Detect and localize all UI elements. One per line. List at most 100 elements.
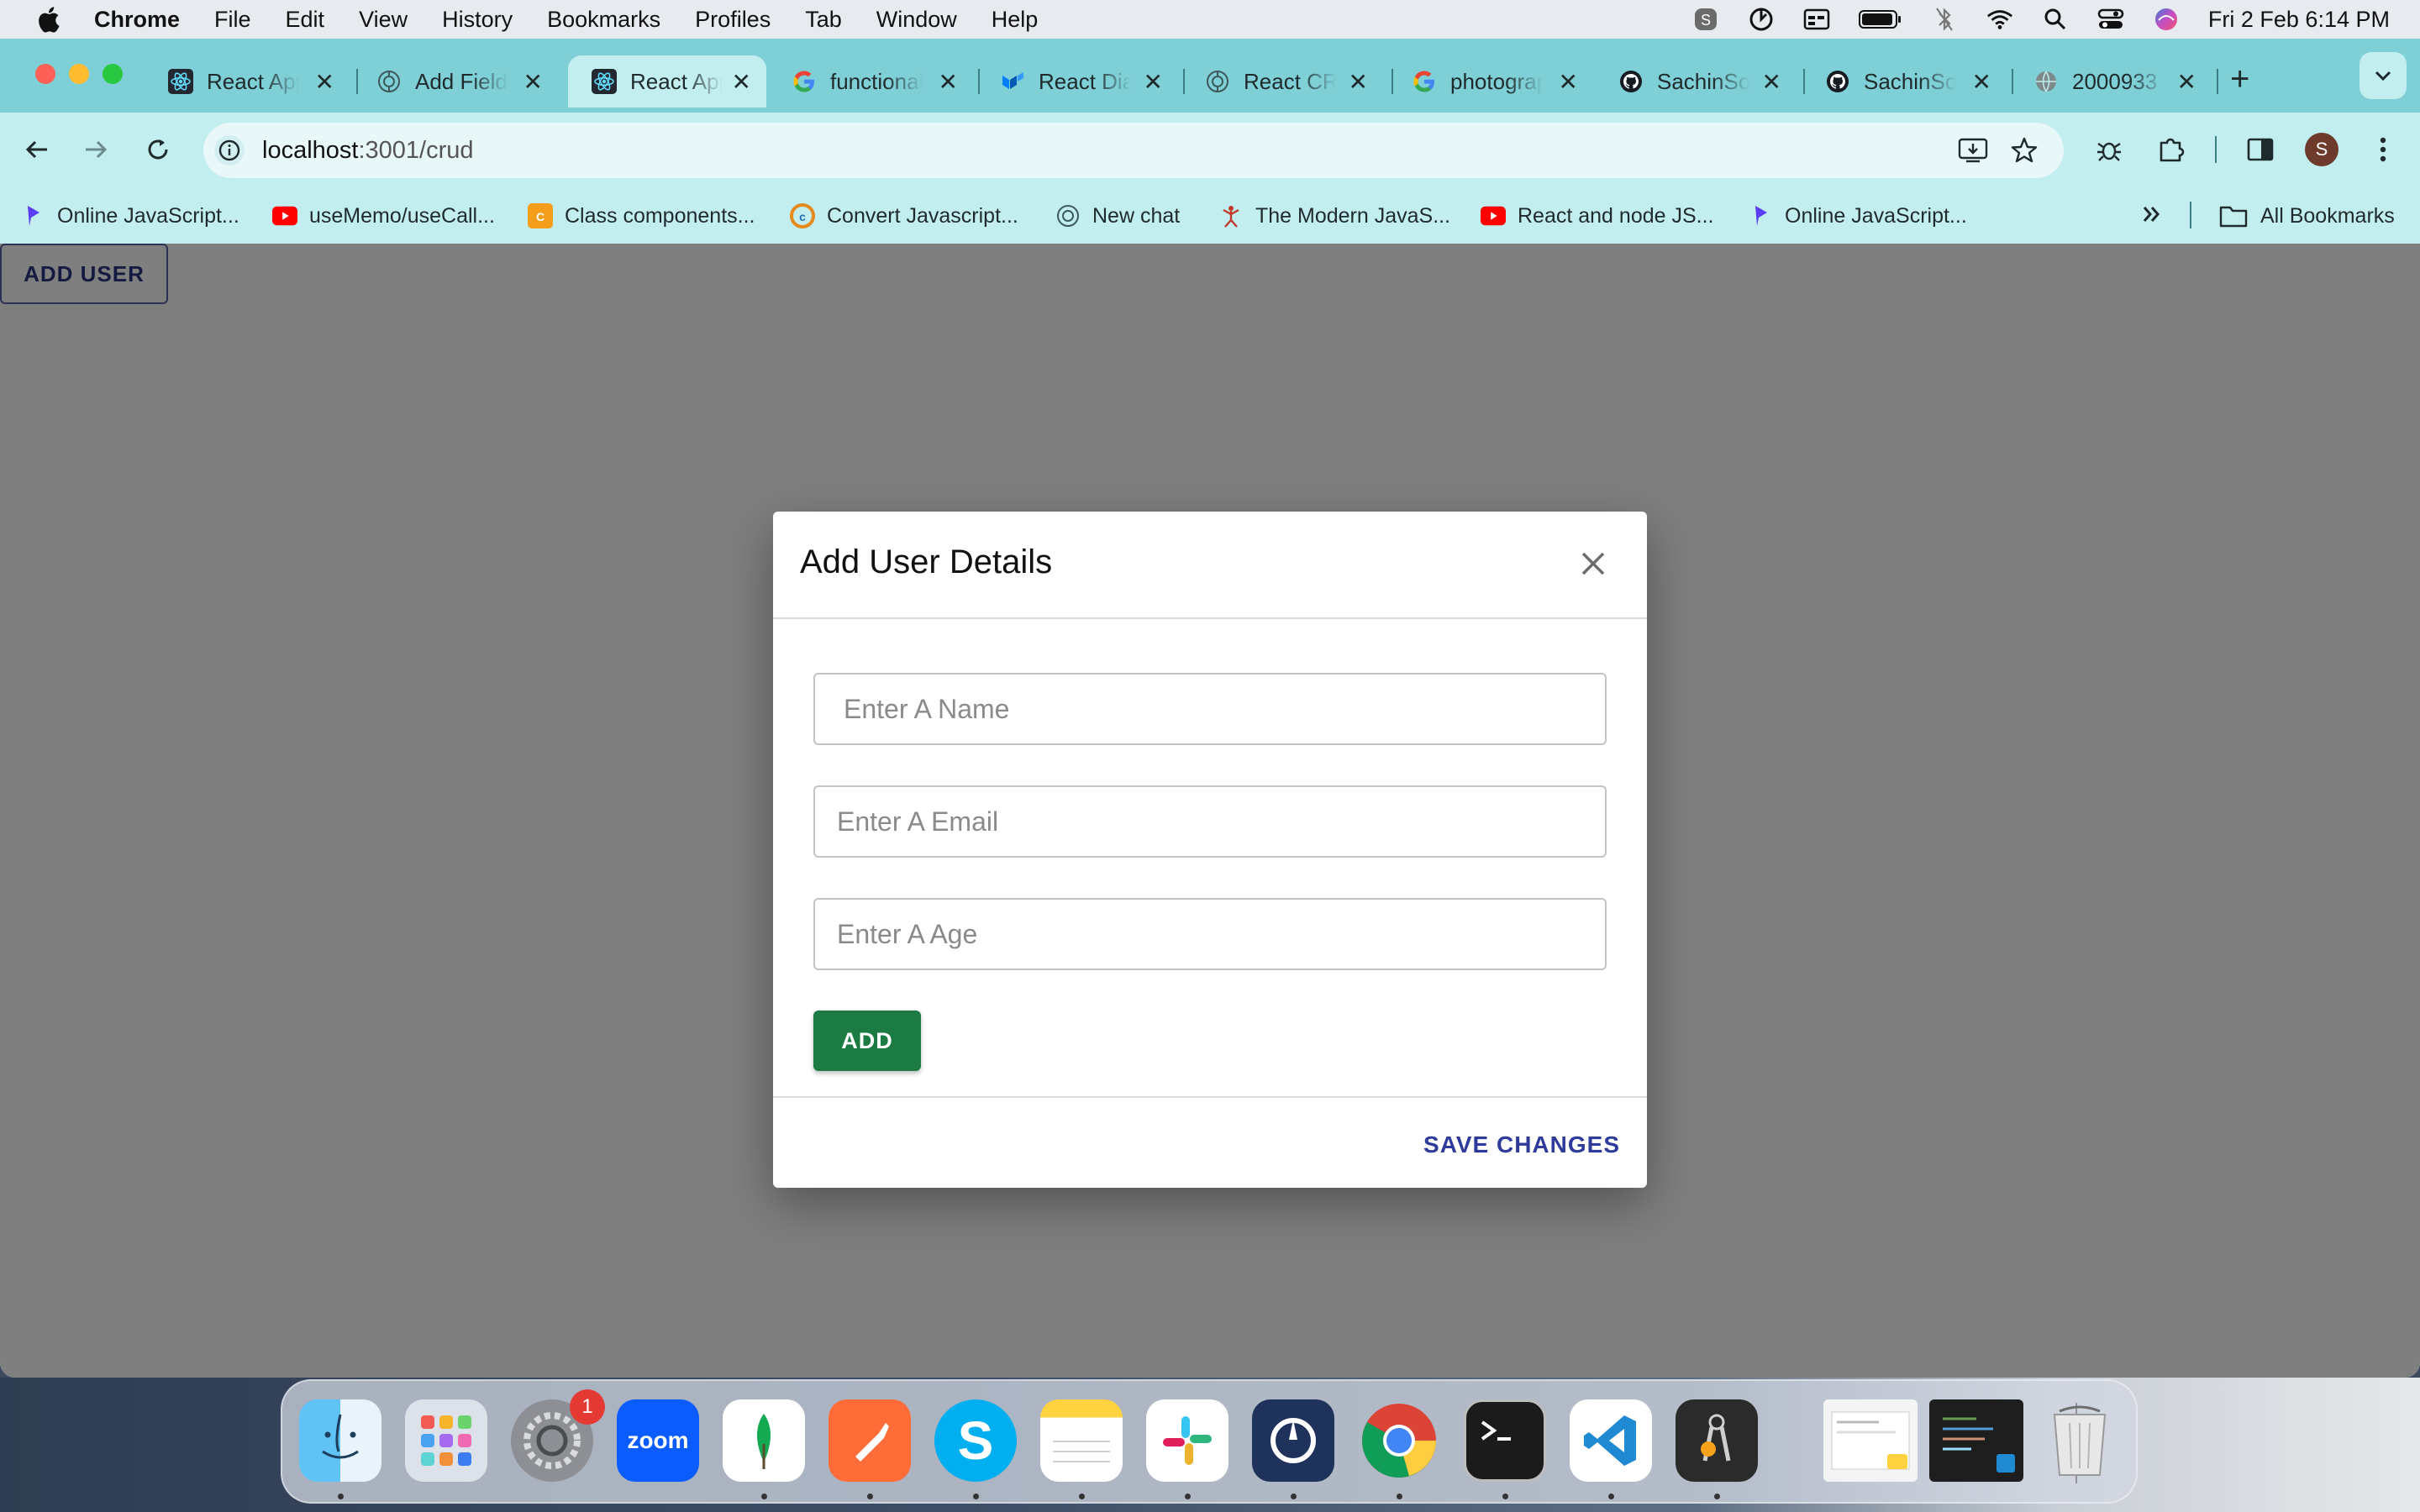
keychain-access-icon[interactable] (1676, 1399, 1758, 1482)
all-bookmarks-folder[interactable]: All Bookmarks (2218, 203, 2395, 228)
tab-close-icon[interactable]: ✕ (1144, 68, 1163, 96)
name-input[interactable] (813, 673, 1607, 745)
openai-icon (378, 71, 400, 92)
tab-add-field[interactable]: Add Field ✕ (353, 55, 558, 108)
tab-2000933[interactable]: 2000933 ✕ (2010, 55, 2212, 108)
zoom-icon[interactable]: zoom (617, 1399, 699, 1482)
age-input[interactable] (813, 898, 1607, 970)
calendar-status-icon[interactable] (1803, 6, 1830, 33)
profile-avatar[interactable]: S (2305, 133, 2338, 166)
bluetooth-off-icon[interactable] (1931, 6, 1958, 33)
tab-close-icon[interactable]: ✕ (939, 68, 958, 96)
window-minimize-button[interactable] (69, 64, 89, 84)
tab-close-icon[interactable]: ✕ (1762, 68, 1781, 96)
tab-github-1[interactable]: SachinSo ✕ (1595, 55, 1797, 108)
running-indicator (1397, 1494, 1402, 1499)
trash-icon[interactable] (2039, 1399, 2121, 1482)
tab-react-crud[interactable]: React CRUD ✕ (1181, 55, 1383, 108)
side-panel-button[interactable] (2240, 129, 2281, 170)
chrome-menu-button[interactable] (2363, 129, 2403, 170)
finder-icon[interactable] (299, 1399, 381, 1482)
skype-icon[interactable]: S (934, 1399, 1017, 1482)
minimized-window-notes[interactable] (1823, 1399, 1918, 1482)
extensions-button[interactable] (2151, 129, 2191, 170)
tab-functional[interactable]: functional ✕ (768, 55, 973, 108)
tab-close-icon[interactable]: ✕ (732, 68, 751, 96)
menu-app-chrome[interactable]: Chrome (94, 7, 180, 33)
reload-button[interactable] (138, 129, 178, 170)
codecademy-icon: C (528, 203, 553, 228)
save-changes-button[interactable]: SAVE CHANGES (1423, 1131, 1620, 1158)
mongodb-compass-icon[interactable] (723, 1399, 805, 1482)
window-zoom-button[interactable] (103, 64, 123, 84)
tab-react-app-1[interactable]: React App ✕ (145, 55, 350, 108)
tab-title: Add Field (415, 68, 508, 94)
tab-close-icon[interactable]: ✕ (2177, 68, 2196, 96)
notes-icon[interactable] (1040, 1399, 1123, 1482)
bookmark-online-javascript-2[interactable]: Online JavaScript... (1748, 203, 1967, 228)
close-icon[interactable] (1575, 545, 1612, 582)
visual-studio-code-icon[interactable] (1570, 1399, 1652, 1482)
tab-close-icon[interactable]: ✕ (1559, 68, 1578, 96)
postman-icon[interactable] (829, 1399, 911, 1482)
tab-title: React CRUD (1244, 68, 1336, 94)
extension-bug-button[interactable] (2089, 129, 2129, 170)
menu-history[interactable]: History (442, 7, 513, 33)
tab-react-app-active[interactable]: React App ✕ (568, 55, 766, 108)
bookmark-label: Convert Javascript... (827, 203, 1018, 228)
wifi-icon[interactable] (1986, 6, 2013, 33)
tab-github-2[interactable]: SachinSo ✕ (1802, 55, 2007, 108)
launchpad-icon[interactable] (405, 1399, 487, 1482)
bookmark-class-components[interactable]: C Class components... (528, 203, 755, 228)
tab-react-dialog[interactable]: React Dialog ✕ (976, 55, 1178, 108)
menu-bookmarks[interactable]: Bookmarks (547, 7, 660, 33)
spotlight-search-icon[interactable] (2042, 6, 2069, 33)
mattermost-icon[interactable] (1252, 1399, 1334, 1482)
terminal-icon[interactable] (1464, 1399, 1546, 1482)
bookmark-star-icon[interactable] (2010, 136, 2039, 165)
back-button[interactable] (17, 129, 57, 170)
apple-menu-icon[interactable] (35, 5, 60, 34)
tab-close-icon[interactable]: ✕ (1972, 68, 1991, 96)
tab-close-icon[interactable]: ✕ (315, 68, 334, 96)
menu-view[interactable]: View (359, 7, 408, 33)
address-bar[interactable]: localhost:3001/crud (203, 123, 2064, 178)
bookmark-online-javascript-1[interactable]: Online JavaScript... (20, 203, 239, 228)
slack-icon[interactable] (1146, 1399, 1228, 1482)
menubar-clock[interactable]: Fri 2 Feb 6:14 PM (2208, 7, 2390, 33)
focus-timer-icon[interactable] (1748, 6, 1775, 33)
control-center-icon[interactable] (2097, 6, 2124, 33)
battery-icon[interactable] (1858, 6, 1902, 33)
add-button[interactable]: ADD (813, 1011, 921, 1071)
svg-text:S: S (1701, 12, 1711, 29)
site-info-icon[interactable] (213, 134, 245, 166)
menu-edit[interactable]: Edit (286, 7, 325, 33)
email-input[interactable] (813, 785, 1607, 858)
install-app-icon[interactable] (1958, 137, 1988, 164)
menu-file[interactable]: File (214, 7, 251, 33)
chevron-down-icon (2375, 71, 2391, 81)
menu-help[interactable]: Help (992, 7, 1039, 33)
siri-icon[interactable] (2153, 6, 2180, 33)
google-chrome-icon[interactable] (1358, 1399, 1440, 1482)
bookmark-new-chat[interactable]: New chat (1055, 203, 1180, 228)
forward-button[interactable] (76, 129, 116, 170)
skype-status-icon[interactable]: S (1692, 6, 1719, 33)
menu-profiles[interactable]: Profiles (695, 7, 771, 33)
bookmark-modern-javascript[interactable]: The Modern JavaS... (1218, 203, 1450, 228)
bookmark-convert-javascript[interactable]: c Convert Javascript... (790, 203, 1018, 228)
playcode-icon (1748, 203, 1773, 228)
tab-close-icon[interactable]: ✕ (523, 68, 543, 96)
bookmarks-overflow-button[interactable] (2141, 203, 2163, 225)
menu-window[interactable]: Window (876, 7, 957, 33)
window-close-button[interactable] (35, 64, 55, 84)
tab-photography[interactable]: photography ✕ (1388, 55, 1593, 108)
minimized-window-vscode[interactable] (1929, 1399, 2023, 1482)
tab-close-icon[interactable]: ✕ (1349, 68, 1368, 96)
menu-tab[interactable]: Tab (805, 7, 842, 33)
tab-search-button[interactable] (2360, 52, 2407, 99)
new-tab-button[interactable]: + (2230, 60, 2249, 98)
bug-icon (2097, 142, 2121, 161)
bookmark-usememo[interactable]: useMemo/useCall... (272, 203, 495, 228)
bookmark-react-node[interactable]: React and node JS... (1481, 203, 1713, 228)
